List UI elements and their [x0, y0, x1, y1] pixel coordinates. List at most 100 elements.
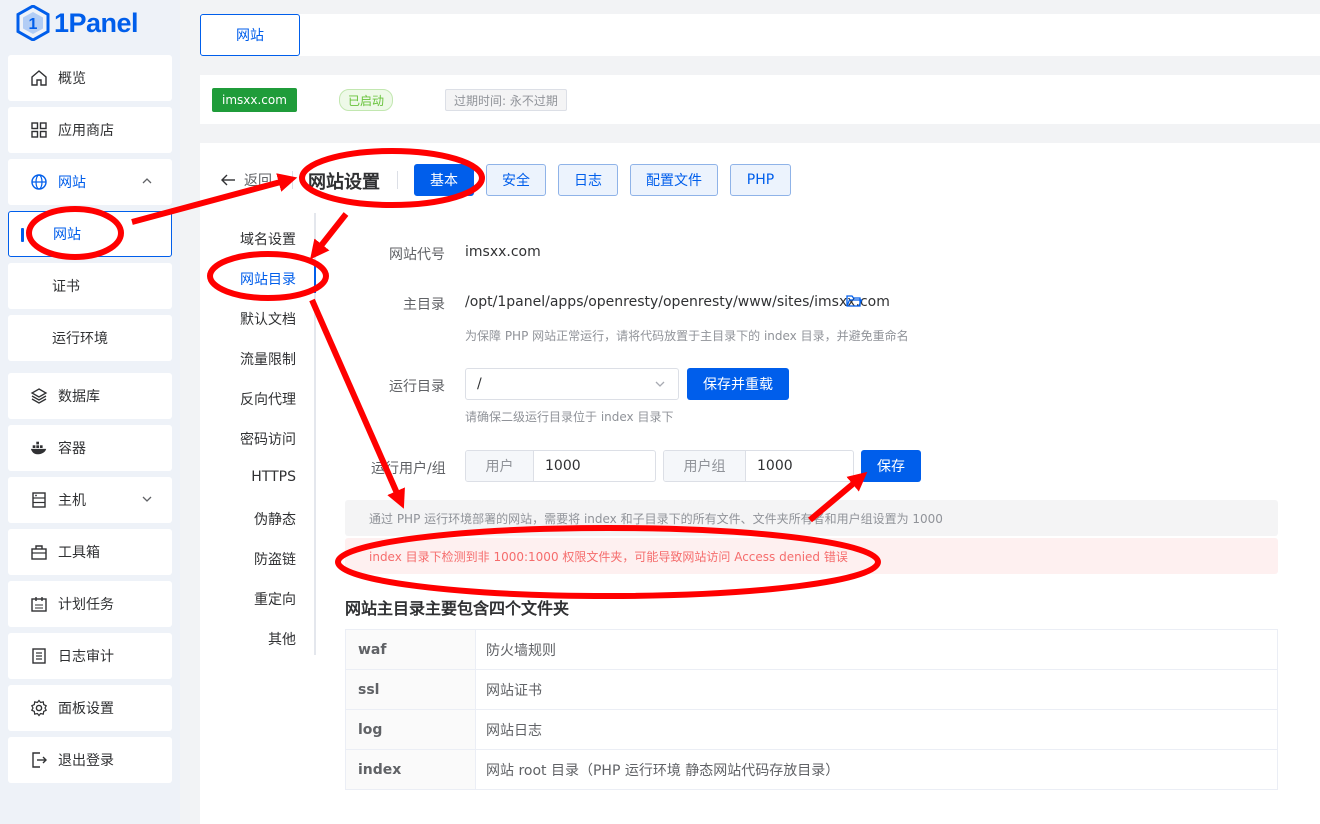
subnav-domain[interactable]: 域名设置: [240, 229, 296, 249]
sidebar-item-container[interactable]: 容器: [8, 425, 172, 471]
subnav-redirect[interactable]: 重定向: [254, 589, 296, 609]
save-button[interactable]: 保存: [861, 450, 921, 482]
user-group-label: 运行用户/组: [371, 461, 446, 477]
sidebar-item-label: 退出登录: [58, 753, 114, 769]
dir-section-title: 网站主目录主要包含四个文件夹: [345, 599, 570, 618]
sidebar-item-app-store[interactable]: 应用商店: [8, 107, 172, 153]
run-dir-label: 运行目录: [389, 379, 445, 395]
1panel-logo-icon: 1: [16, 5, 50, 41]
site-info-bar: imsxx.com 已启动 过期时间: 永不过期: [200, 75, 1320, 124]
sidebar-item-website-group[interactable]: 网站: [8, 159, 172, 205]
dir-name: ssl: [345, 669, 476, 710]
sidebar-item-host[interactable]: 主机: [8, 477, 172, 523]
chevron-down-icon: [142, 492, 152, 508]
subnav-rewrite[interactable]: 伪静态: [254, 509, 296, 529]
dir-name: index: [345, 749, 476, 790]
sidebar-item-label: 数据库: [58, 389, 100, 405]
toolbox-icon: [30, 543, 48, 561]
group-value: 1000: [757, 458, 793, 474]
sidebar-item-logout[interactable]: 退出登录: [8, 737, 172, 783]
sidebar-item-label: 容器: [58, 441, 86, 457]
save-reload-button[interactable]: 保存并重载: [687, 368, 789, 400]
user-prefix: 用户: [466, 451, 534, 481]
alias-label: 网站代号: [389, 247, 445, 263]
log-icon: [30, 647, 48, 665]
subnav-rate-limit[interactable]: 流量限制: [240, 349, 296, 369]
table-row: index 网站 root 目录（PHP 运行环境 静态网站代码存放目录）: [345, 749, 1278, 790]
subnav-active-indicator: [314, 261, 316, 293]
sidebar-item-label: 网站: [53, 227, 81, 243]
sidebar-item-database[interactable]: 数据库: [8, 373, 172, 419]
dir-desc: 网站 root 目录（PHP 运行环境 静态网站代码存放目录）: [475, 749, 1278, 790]
sidebar-item-overview[interactable]: 概览: [8, 55, 172, 101]
chevron-up-icon: [142, 174, 152, 190]
user-input[interactable]: 用户 1000: [465, 450, 656, 482]
table-row: waf 防火墙规则: [345, 629, 1278, 670]
sidebar-item-certificate[interactable]: 证书: [8, 263, 172, 309]
back-button[interactable]: 返回: [220, 170, 272, 190]
sidebar-item-label: 主机: [58, 493, 86, 509]
info-alert: 通过 PHP 运行环境部署的网站，需要将 index 和子目录下的所有文件、文件…: [345, 500, 1278, 536]
sidebar-item-log-audit[interactable]: 日志审计: [8, 633, 172, 679]
tab-logs[interactable]: 日志: [558, 164, 618, 196]
grid-icon: [30, 121, 48, 139]
dir-name: log: [345, 709, 476, 750]
dir-desc: 防火墙规则: [475, 629, 1278, 670]
arrow-left-icon: [221, 174, 235, 186]
sidebar-item-label: 概览: [58, 71, 86, 87]
tab-basic[interactable]: 基本: [414, 164, 474, 196]
expire-badge: 过期时间: 永不过期: [445, 89, 567, 111]
sidebar-item-label: 面板设置: [58, 701, 114, 717]
sidebar-item-label: 运行环境: [52, 331, 108, 347]
sidebar-item-cron[interactable]: 计划任务: [8, 581, 172, 627]
sidebar-item-toolbox[interactable]: 工具箱: [8, 529, 172, 575]
subnav-https[interactable]: HTTPS: [251, 469, 296, 485]
globe-icon: [30, 173, 48, 191]
folder-open-icon[interactable]: [846, 294, 863, 312]
root-dir-label: 主目录: [403, 297, 445, 313]
sidebar-item-website[interactable]: 网站: [8, 211, 172, 257]
alias-value: imsxx.com: [465, 244, 541, 260]
subnav-site-directory[interactable]: 网站目录: [240, 269, 296, 289]
group-input[interactable]: 用户组 1000: [663, 450, 854, 482]
dir-name: waf: [345, 629, 476, 670]
chevron-down-icon: [654, 378, 666, 394]
subnav-password-access[interactable]: 密码访问: [240, 429, 296, 449]
error-alert: index 目录下检测到非 1000:1000 权限文件夹，可能导致网站访问 A…: [345, 538, 1278, 574]
dir-table: waf 防火墙规则 ssl 网站证书 log 网站日志 index 网站 roo…: [345, 629, 1278, 790]
tab-strip: [200, 14, 1320, 56]
sidebar-item-label: 计划任务: [58, 597, 114, 613]
logo-text: 1Panel: [54, 7, 139, 38]
table-row: log 网站日志: [345, 709, 1278, 750]
subnav-other[interactable]: 其他: [268, 629, 296, 649]
calendar-icon: [30, 595, 48, 613]
user-value: 1000: [545, 458, 581, 474]
page-title: 网站设置: [308, 172, 380, 193]
sidebar-item-runtime[interactable]: 运行环境: [8, 315, 172, 361]
tab-php[interactable]: PHP: [730, 164, 791, 196]
subnav-default-doc[interactable]: 默认文档: [240, 309, 296, 329]
dir-desc: 网站证书: [475, 669, 1278, 710]
tab-config-file[interactable]: 配置文件: [630, 164, 718, 196]
sidebar-item-panel-settings[interactable]: 面板设置: [8, 685, 172, 731]
sidebar-item-label: 工具箱: [58, 545, 100, 561]
run-dir-select[interactable]: /: [465, 368, 679, 400]
site-domain-tag[interactable]: imsxx.com: [212, 88, 297, 112]
logo[interactable]: 1 1Panel: [16, 4, 139, 42]
layers-icon: [30, 387, 48, 405]
website-settings-card: 返回 网站设置 基本 安全 日志 配置文件 PHP 域名设置 网站目录 默认文档…: [200, 143, 1320, 824]
gear-icon: [30, 699, 48, 717]
sidebar-item-label: 日志审计: [58, 649, 114, 665]
sidebar-item-label: 网站: [58, 175, 86, 191]
subnav-anti-leech[interactable]: 防盗链: [254, 549, 296, 569]
home-icon: [30, 69, 48, 87]
group-prefix: 用户组: [664, 451, 746, 481]
subnav-reverse-proxy[interactable]: 反向代理: [240, 389, 296, 409]
tab-security[interactable]: 安全: [486, 164, 546, 196]
run-dir-hint: 请确保二级运行目录位于 index 目录下: [465, 410, 674, 424]
active-indicator: [21, 228, 24, 242]
sidebar-item-label: 证书: [52, 279, 80, 295]
divider: [292, 171, 293, 189]
logout-icon: [30, 751, 48, 769]
tab-website[interactable]: 网站: [200, 14, 300, 56]
